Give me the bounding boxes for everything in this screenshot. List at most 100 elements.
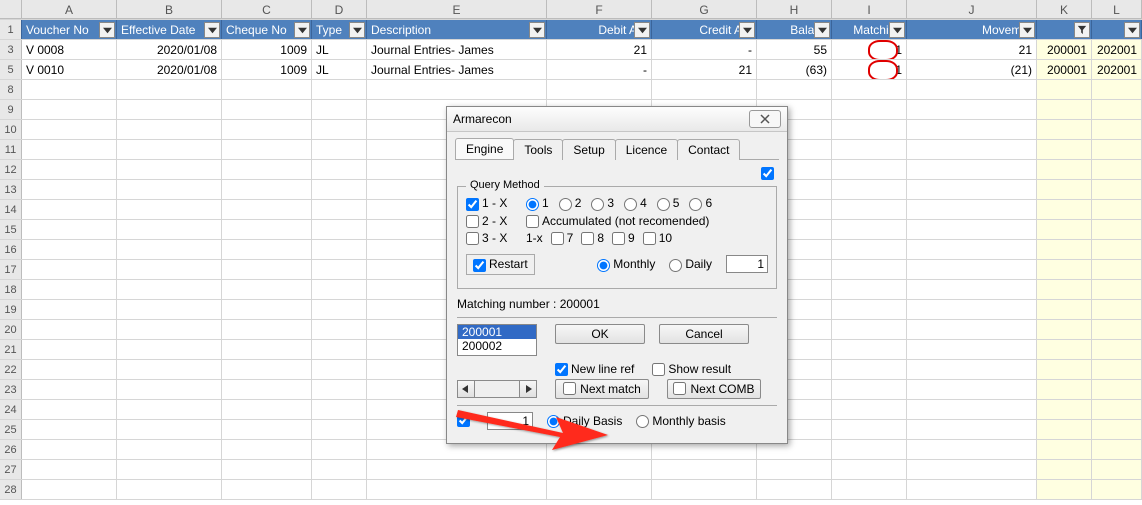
close-icon[interactable] xyxy=(749,110,781,128)
filter-dropdown-icon[interactable] xyxy=(204,22,220,38)
cell[interactable] xyxy=(907,300,1037,319)
cell[interactable] xyxy=(907,140,1037,159)
cell[interactable] xyxy=(832,140,907,159)
cell[interactable] xyxy=(832,440,907,459)
cell[interactable]: 21 xyxy=(907,40,1037,59)
cell[interactable]: 200001 xyxy=(1037,40,1092,59)
cell[interactable] xyxy=(907,80,1037,99)
cell[interactable] xyxy=(1092,100,1142,119)
cell[interactable] xyxy=(117,100,222,119)
cell[interactable] xyxy=(547,480,652,499)
rowhead[interactable]: 8 xyxy=(0,80,22,99)
scroll-right-icon[interactable] xyxy=(519,380,537,398)
chk-9[interactable]: 9 xyxy=(612,231,635,245)
cell[interactable] xyxy=(832,300,907,319)
cell[interactable] xyxy=(312,320,367,339)
colhead-D[interactable]: D xyxy=(312,0,367,19)
cell[interactable]: 21 xyxy=(547,40,652,59)
radio-monthly[interactable]: Monthly xyxy=(597,257,655,271)
cell[interactable]: 1009 xyxy=(222,40,312,59)
colhead-A[interactable]: A xyxy=(22,0,117,19)
matching-list[interactable]: 200001 200002 xyxy=(457,324,537,356)
filter-dropdown-icon[interactable] xyxy=(739,22,755,38)
rowhead[interactable]: 17 xyxy=(0,260,22,279)
cell[interactable] xyxy=(1037,120,1092,139)
cell[interactable] xyxy=(1092,380,1142,399)
cell[interactable] xyxy=(1092,460,1142,479)
cell[interactable] xyxy=(117,180,222,199)
hdr-effdate[interactable]: Effective Date xyxy=(117,20,222,39)
cell[interactable] xyxy=(312,380,367,399)
cell[interactable] xyxy=(312,120,367,139)
hdr-type[interactable]: Type xyxy=(312,20,367,39)
chk-accumulated[interactable]: Accumulated (not recomended) xyxy=(526,214,709,228)
radio-6[interactable]: 6 xyxy=(689,196,712,210)
filter-dropdown-icon[interactable] xyxy=(529,22,545,38)
cell[interactable] xyxy=(652,460,757,479)
rowhead[interactable]: 25 xyxy=(0,420,22,439)
cell[interactable] xyxy=(907,160,1037,179)
filter-dropdown-icon[interactable] xyxy=(99,22,115,38)
hdr-desc[interactable]: Description xyxy=(367,20,547,39)
cell[interactable] xyxy=(832,360,907,379)
cell[interactable] xyxy=(547,460,652,479)
cell[interactable] xyxy=(1092,180,1142,199)
hdr-matching[interactable]: Matching xyxy=(832,20,907,39)
cell[interactable] xyxy=(1092,80,1142,99)
colhead-G[interactable]: G xyxy=(652,0,757,19)
cell[interactable] xyxy=(22,340,117,359)
hdr-L[interactable] xyxy=(1092,20,1142,39)
chk-7[interactable]: 7 xyxy=(551,231,574,245)
cell[interactable] xyxy=(222,220,312,239)
cell[interactable] xyxy=(1037,360,1092,379)
cell[interactable] xyxy=(117,460,222,479)
cell-matching-1[interactable]: 1 xyxy=(832,40,907,59)
cell[interactable] xyxy=(222,400,312,419)
cell[interactable] xyxy=(22,460,117,479)
cell[interactable] xyxy=(832,220,907,239)
cell[interactable] xyxy=(907,340,1037,359)
cell[interactable] xyxy=(312,220,367,239)
cell[interactable] xyxy=(1092,240,1142,259)
cell[interactable] xyxy=(312,200,367,219)
cell[interactable] xyxy=(1092,200,1142,219)
colhead-E[interactable]: E xyxy=(367,0,547,19)
cell[interactable] xyxy=(907,180,1037,199)
colhead-L[interactable]: L xyxy=(1092,0,1142,19)
cell[interactable] xyxy=(117,160,222,179)
rowhead[interactable]: 11 xyxy=(0,140,22,159)
list-item[interactable]: 200002 xyxy=(458,339,536,353)
cell[interactable] xyxy=(117,200,222,219)
hdr-K[interactable] xyxy=(1037,20,1092,39)
cell[interactable] xyxy=(832,280,907,299)
cell[interactable] xyxy=(1037,240,1092,259)
filter-dropdown-icon[interactable] xyxy=(349,22,365,38)
rowhead[interactable]: 16 xyxy=(0,240,22,259)
cell[interactable] xyxy=(117,340,222,359)
cell[interactable] xyxy=(1092,220,1142,239)
rowhead[interactable]: 20 xyxy=(0,320,22,339)
chk-8[interactable]: 8 xyxy=(581,231,604,245)
cell[interactable] xyxy=(1037,380,1092,399)
rowhead[interactable]: 10 xyxy=(0,120,22,139)
cell[interactable] xyxy=(312,420,367,439)
cell[interactable]: - xyxy=(547,60,652,79)
radio-3[interactable]: 3 xyxy=(591,196,614,210)
cell[interactable] xyxy=(22,200,117,219)
cell[interactable] xyxy=(22,180,117,199)
cell[interactable] xyxy=(22,260,117,279)
rowhead-3[interactable]: 3 xyxy=(0,40,22,59)
cell[interactable] xyxy=(222,300,312,319)
cell[interactable] xyxy=(1037,340,1092,359)
monthly-value-input[interactable] xyxy=(726,255,768,273)
cell[interactable] xyxy=(1037,320,1092,339)
cell[interactable] xyxy=(652,80,757,99)
cell[interactable] xyxy=(22,420,117,439)
radio-5[interactable]: 5 xyxy=(657,196,680,210)
cancel-button[interactable]: Cancel xyxy=(659,324,749,344)
cell[interactable]: (63) xyxy=(757,60,832,79)
cell[interactable] xyxy=(1037,80,1092,99)
cell[interactable] xyxy=(312,460,367,479)
cell[interactable]: 200001 xyxy=(1037,60,1092,79)
cell[interactable] xyxy=(312,260,367,279)
